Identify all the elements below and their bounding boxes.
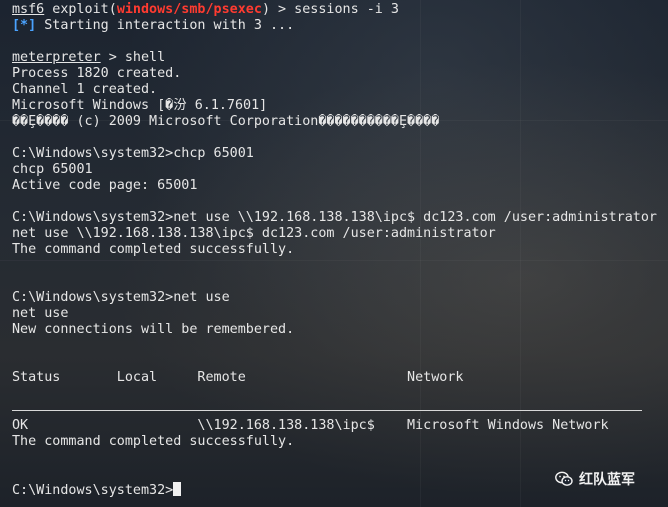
status-line: [*] Starting interaction with 3 ... (12, 18, 662, 34)
netuse-ipc-command-line: C:\Windows\system32>net use \\192.168.13… (12, 210, 657, 225)
meterpreter-command: > shell (100, 50, 166, 65)
text-cursor (173, 482, 182, 496)
output-line: ��Ȩ���� (c) 2009 Microsoft Corporation��… (12, 114, 440, 129)
output-line: Process 1820 created. (12, 66, 182, 81)
chcp-result-line: Active code page: 65001 (12, 178, 198, 193)
output-line: Microsoft Windows [�汾 6.1.7601] (12, 98, 268, 113)
msf-command: ) > sessions -i 3 (261, 2, 399, 17)
chcp-echo-line: chcp 65001 (12, 162, 93, 177)
success-line: The command completed successfully. (12, 242, 295, 257)
status-text: Starting interaction with 3 ... (36, 18, 295, 33)
meterpreter-prompt: meterpreter (12, 50, 101, 65)
netuse-ipc-echo-line: net use \\192.168.138.138\ipc$ dc123.com… (12, 226, 496, 241)
remember-line: New connections will be remembered. (12, 322, 295, 337)
watermark-text: 红队蓝军 (579, 472, 635, 488)
terminal-output: msf6 exploit(windows/smb/psexec) > sessi… (12, 2, 662, 498)
success-line: The command completed successfully. (12, 434, 295, 449)
terminal-window[interactable]: msf6 exploit(windows/smb/psexec) > sessi… (0, 0, 668, 507)
msf-prompt-prefix: msf6 (12, 2, 45, 17)
table-header: Status Local Remote Network (12, 370, 464, 385)
table-divider (12, 410, 642, 411)
chcp-command-line: C:\Windows\system32>chcp 65001 (12, 146, 254, 161)
msf-module-open: exploit( (44, 2, 117, 17)
output-line: Channel 1 created. (12, 82, 158, 97)
msf-module-name: windows/smb/psexec (116, 2, 262, 17)
wechat-icon (555, 471, 573, 486)
watermark: 红队蓝军 (555, 468, 635, 490)
msf-prompt-line: msf6 exploit(windows/smb/psexec) > sessi… (12, 2, 662, 18)
netuse-command-line: C:\Windows\system32>net use (12, 290, 230, 305)
final-prompt: C:\Windows\system32> (12, 483, 174, 498)
netuse-echo-line: net use (12, 306, 69, 321)
table-row: OK \\192.168.138.138\ipc$ Microsoft Wind… (12, 418, 609, 433)
meterpreter-line: meterpreter > shell (12, 50, 662, 66)
status-marker: [*] (12, 18, 37, 33)
